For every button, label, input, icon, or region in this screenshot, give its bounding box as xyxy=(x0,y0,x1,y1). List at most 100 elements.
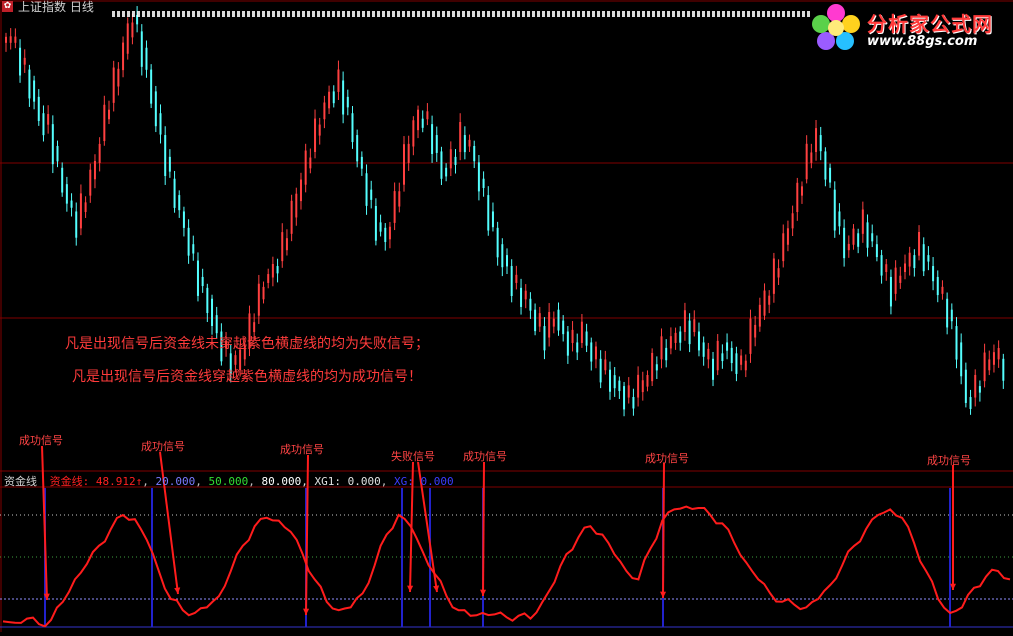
candle-body xyxy=(122,42,125,71)
candle-body xyxy=(618,380,621,392)
candle-body xyxy=(843,227,846,259)
candle-body xyxy=(960,342,963,377)
candle-body xyxy=(393,191,396,223)
candle-body xyxy=(594,346,597,360)
legend-item: 资金线: 48.912↑ xyxy=(49,475,143,488)
candle-body xyxy=(824,151,827,180)
site-logo[interactable]: 分析家公式网 www.88gs.com xyxy=(809,2,1007,52)
candle-body xyxy=(309,157,312,169)
candle-body xyxy=(908,252,911,267)
candle-body xyxy=(318,124,321,136)
candle-body xyxy=(932,266,935,282)
indicator-name: 资金线 xyxy=(4,475,37,488)
candle-body xyxy=(454,156,457,165)
candle-body xyxy=(852,228,855,245)
signal-arrow-shaft xyxy=(482,461,485,597)
candle-body xyxy=(477,162,480,192)
candle-body xyxy=(978,386,981,393)
candle-body xyxy=(688,320,691,345)
signal-label: 失败信号 xyxy=(391,450,435,463)
candle-body xyxy=(384,227,387,243)
candle-body xyxy=(623,386,626,410)
candle-body xyxy=(529,298,532,311)
candle-body xyxy=(534,309,537,332)
candle-body xyxy=(875,244,878,258)
candle-body xyxy=(323,102,326,120)
candle-body xyxy=(487,195,490,231)
candle-body xyxy=(201,276,204,287)
signal-label: 成功信号 xyxy=(280,443,324,456)
candle-body xyxy=(421,118,424,128)
candle-body xyxy=(693,319,696,333)
candle-body xyxy=(885,264,888,273)
candle-body xyxy=(496,227,499,258)
candle-body xyxy=(524,290,527,300)
candle-body xyxy=(847,243,850,251)
candle-body xyxy=(328,91,331,109)
candle-body xyxy=(716,340,719,371)
candle-body xyxy=(281,232,284,262)
candle-body xyxy=(75,211,78,238)
candle-body xyxy=(927,255,930,262)
candle-body xyxy=(5,36,7,43)
logo-name: 分析家公式网 xyxy=(867,12,993,36)
candle-body xyxy=(346,96,349,108)
candle-body xyxy=(899,275,902,283)
candle-body xyxy=(580,321,583,343)
candle-body xyxy=(271,264,274,278)
candle-body xyxy=(955,326,958,360)
candle-body xyxy=(285,238,288,251)
legend-item: 50.000 xyxy=(208,475,249,488)
candle-body xyxy=(758,304,761,327)
legend-item: 80.000 xyxy=(261,475,302,488)
candle-body xyxy=(65,184,68,204)
legend-item: , xyxy=(142,475,156,488)
candle-body xyxy=(805,143,808,180)
fail-rule-note: 凡是出现信号后资金线未穿越紫色横虚线的均为失败信号； xyxy=(65,336,429,352)
candle-body xyxy=(168,156,171,172)
candle-body xyxy=(290,200,293,234)
candle-body xyxy=(721,353,724,362)
logo-url[interactable]: www.88gs.com xyxy=(867,34,977,49)
candle-body xyxy=(543,326,546,351)
candle-body xyxy=(520,287,523,307)
candle-body xyxy=(28,69,31,99)
candle-body xyxy=(215,315,218,334)
signal-label: 成功信号 xyxy=(645,452,689,465)
candle-body xyxy=(154,91,157,127)
legend-item: , xyxy=(248,475,262,488)
legend-items: 资金线: 48.912↑, 20.000, 50.000, 80.000, XG… xyxy=(50,475,454,488)
candle-body xyxy=(548,312,551,338)
chart-stage[interactable]: ✿ 上证指数 日线 分析家公式网 www.88gs.com 凡是出现信号后资金线… xyxy=(0,0,1013,632)
candle-body xyxy=(669,336,672,349)
candle-body xyxy=(679,331,682,343)
chart-title: 上证指数 日线 xyxy=(18,0,94,14)
candle-body xyxy=(370,189,373,200)
candle-body xyxy=(276,266,279,274)
candle-body xyxy=(304,150,307,185)
candle-body xyxy=(482,178,485,188)
app-menu-icon[interactable]: ✿ xyxy=(2,1,13,12)
candle-body xyxy=(61,167,64,193)
candle-body xyxy=(407,143,410,163)
candle-body xyxy=(566,331,569,356)
candle-body xyxy=(79,193,82,229)
candle-body xyxy=(641,380,644,393)
candle-body xyxy=(150,69,153,104)
candle-body xyxy=(440,151,443,179)
legend-item: XG: 0.000 xyxy=(393,475,454,488)
candle-body xyxy=(829,167,832,183)
candle-body xyxy=(946,298,949,328)
kline-and-indicator-svg[interactable] xyxy=(0,0,1013,632)
legend-item: , xyxy=(195,475,209,488)
candle-body xyxy=(47,114,50,125)
candle-body xyxy=(861,209,864,234)
candle-body xyxy=(772,258,775,294)
candle-body xyxy=(196,260,199,296)
candle-body xyxy=(299,179,302,202)
legend-item: , XG1: 0.000 xyxy=(301,475,381,488)
candle-body xyxy=(164,135,167,176)
candle-body xyxy=(744,360,747,371)
candle-body xyxy=(889,276,892,307)
candle-body xyxy=(431,124,434,154)
